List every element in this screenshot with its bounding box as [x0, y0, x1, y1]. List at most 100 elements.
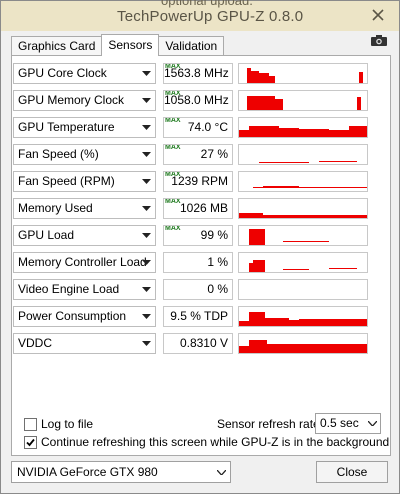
sensor-graph	[238, 144, 368, 165]
sensor-graph	[238, 90, 368, 111]
max-badge: MAX	[165, 144, 181, 151]
dropdown-arrow-icon	[139, 226, 153, 245]
sensor-value-field: MAX 1239 RPM	[163, 171, 233, 192]
sensor-name: Fan Speed (%)	[18, 147, 99, 161]
background-window-text: optional upload.	[161, 0, 253, 8]
sensor-value-field: MAX 1563.8 MHz	[163, 63, 233, 84]
close-icon	[372, 9, 384, 21]
sensor-row-gpu-memory-clock: GPU Memory Clock MAX 1058.0 MHz	[13, 90, 380, 112]
max-badge: MAX	[165, 63, 181, 70]
sensor-row-power-consumption: Power Consumption 9.5 % TDP	[13, 306, 380, 328]
sensor-value: 1026 MB	[179, 201, 228, 215]
sensor-name-dropdown[interactable]: VDDC	[13, 333, 156, 354]
screenshot-button[interactable]	[369, 33, 389, 47]
camera-icon	[371, 34, 387, 46]
refresh-rate-label: Sensor refresh rate:	[217, 417, 324, 431]
sensor-row-video-engine-load: Video Engine Load 0 %	[13, 279, 380, 301]
tab-sensors[interactable]: Sensors	[101, 34, 160, 56]
dropdown-arrow-icon	[139, 334, 153, 353]
sensor-name: GPU Load	[18, 228, 75, 242]
dropdown-arrow-icon	[139, 253, 153, 272]
max-badge: MAX	[165, 198, 181, 205]
sensor-row-fan-speed-rpm: Fan Speed (RPM) MAX 1239 RPM	[13, 171, 380, 193]
sensor-value-field: MAX 99 %	[163, 225, 233, 246]
sensor-name: Memory Used	[18, 201, 93, 215]
sensor-name: Power Consumption	[18, 309, 127, 323]
sensor-row-gpu-core-clock: GPU Core Clock MAX 1563.8 MHz	[13, 63, 380, 85]
dropdown-arrow-icon	[139, 307, 153, 326]
sensor-value: 0 %	[207, 282, 228, 296]
sensor-name-dropdown[interactable]: Memory Controller Load	[13, 252, 156, 273]
sensor-name-dropdown[interactable]: GPU Core Clock	[13, 63, 156, 84]
chevron-down-icon	[217, 462, 226, 482]
sensor-value-field: MAX 1058.0 MHz	[163, 90, 233, 111]
checkmark-icon	[26, 438, 35, 447]
tab-graphics-card[interactable]: Graphics Card	[11, 36, 103, 56]
dropdown-arrow-icon	[139, 64, 153, 83]
sensor-row-memory-used: Memory Used MAX 1026 MB	[13, 198, 380, 220]
refresh-rate-dropdown[interactable]: 0.5 sec	[315, 413, 381, 434]
continue-refresh-checkbox[interactable]	[24, 436, 37, 449]
sensor-value: 9.5 % TDP	[170, 309, 228, 323]
sensor-name-dropdown[interactable]: Power Consumption	[13, 306, 156, 327]
sensor-name-dropdown[interactable]: GPU Load	[13, 225, 156, 246]
tab-validation[interactable]: Validation	[158, 36, 225, 56]
close-window-button[interactable]	[363, 5, 393, 25]
sensor-value: 0.8310 V	[179, 336, 228, 350]
close-button[interactable]: Close	[316, 461, 388, 483]
sensor-row-vddc: VDDC 0.8310 V	[13, 333, 380, 355]
sensor-value-field: MAX 1026 MB	[163, 198, 233, 219]
dropdown-arrow-icon	[139, 280, 153, 299]
continue-refresh-label: Continue refreshing this screen while GP…	[41, 435, 390, 449]
sensor-value: 27 %	[200, 147, 228, 161]
sensor-name: GPU Memory Clock	[18, 93, 125, 107]
sensor-graph	[238, 279, 368, 300]
sensor-row-memory-controller-load: Memory Controller Load 1 %	[13, 252, 380, 274]
sensor-name-dropdown[interactable]: Video Engine Load	[13, 279, 156, 300]
sensor-graph	[238, 306, 368, 327]
max-badge: MAX	[165, 225, 181, 232]
sensor-name-dropdown[interactable]: Memory Used	[13, 198, 156, 219]
sensor-value: 1 %	[207, 255, 228, 269]
dropdown-arrow-icon	[139, 118, 153, 137]
sensor-name: GPU Temperature	[18, 120, 115, 134]
sensor-value-field: 0.8310 V	[163, 333, 233, 354]
sensor-row-fan-speed-percent: Fan Speed (%) MAX 27 %	[13, 144, 380, 166]
chevron-down-icon	[368, 414, 377, 433]
dropdown-arrow-icon	[139, 172, 153, 191]
refresh-rate-value: 0.5 sec	[320, 416, 359, 430]
log-to-file-checkbox[interactable]	[24, 418, 37, 431]
sensor-name: Video Engine Load	[18, 282, 120, 296]
sensor-name-dropdown[interactable]: Fan Speed (%)	[13, 144, 156, 165]
sensor-value-field: MAX 27 %	[163, 144, 233, 165]
sensor-row-gpu-temperature: GPU Temperature MAX 74.0 °C	[13, 117, 380, 139]
tab-bar: Graphics Card Sensors Validation	[11, 34, 225, 56]
dropdown-arrow-icon	[139, 91, 153, 110]
dropdown-arrow-icon	[139, 199, 153, 218]
sensor-graph	[238, 63, 368, 84]
window-title: TechPowerUp GPU-Z 0.8.0	[117, 8, 304, 25]
sensor-name-dropdown[interactable]: GPU Memory Clock	[13, 90, 156, 111]
sensor-graph	[238, 333, 368, 354]
sensor-value: 74.0 °C	[187, 120, 228, 134]
sensor-name: GPU Core Clock	[18, 66, 107, 80]
sensor-graph	[238, 171, 368, 192]
max-badge: MAX	[165, 90, 181, 97]
max-badge: MAX	[165, 171, 181, 178]
sensor-value-field: 0 %	[163, 279, 233, 300]
gpu-select-value: NVIDIA GeForce GTX 980	[17, 465, 158, 479]
max-badge: MAX	[165, 117, 181, 124]
sensor-graph	[238, 198, 368, 219]
sensor-name-dropdown[interactable]: Fan Speed (RPM)	[13, 171, 156, 192]
sensor-value: 99 %	[200, 228, 228, 242]
sensor-name-dropdown[interactable]: GPU Temperature	[13, 117, 156, 138]
sensor-graph	[238, 117, 368, 138]
sensor-name: Fan Speed (RPM)	[18, 174, 115, 188]
sensor-name: VDDC	[18, 336, 53, 350]
sensor-graph	[238, 225, 368, 246]
sensor-name: Memory Controller Load	[18, 255, 147, 269]
title-bar[interactable]: optional upload. TechPowerUp GPU-Z 0.8.0	[1, 0, 399, 31]
sensor-row-gpu-load: GPU Load MAX 99 %	[13, 225, 380, 247]
sensor-graph	[238, 252, 368, 273]
gpu-select-dropdown[interactable]: NVIDIA GeForce GTX 980	[11, 461, 231, 483]
